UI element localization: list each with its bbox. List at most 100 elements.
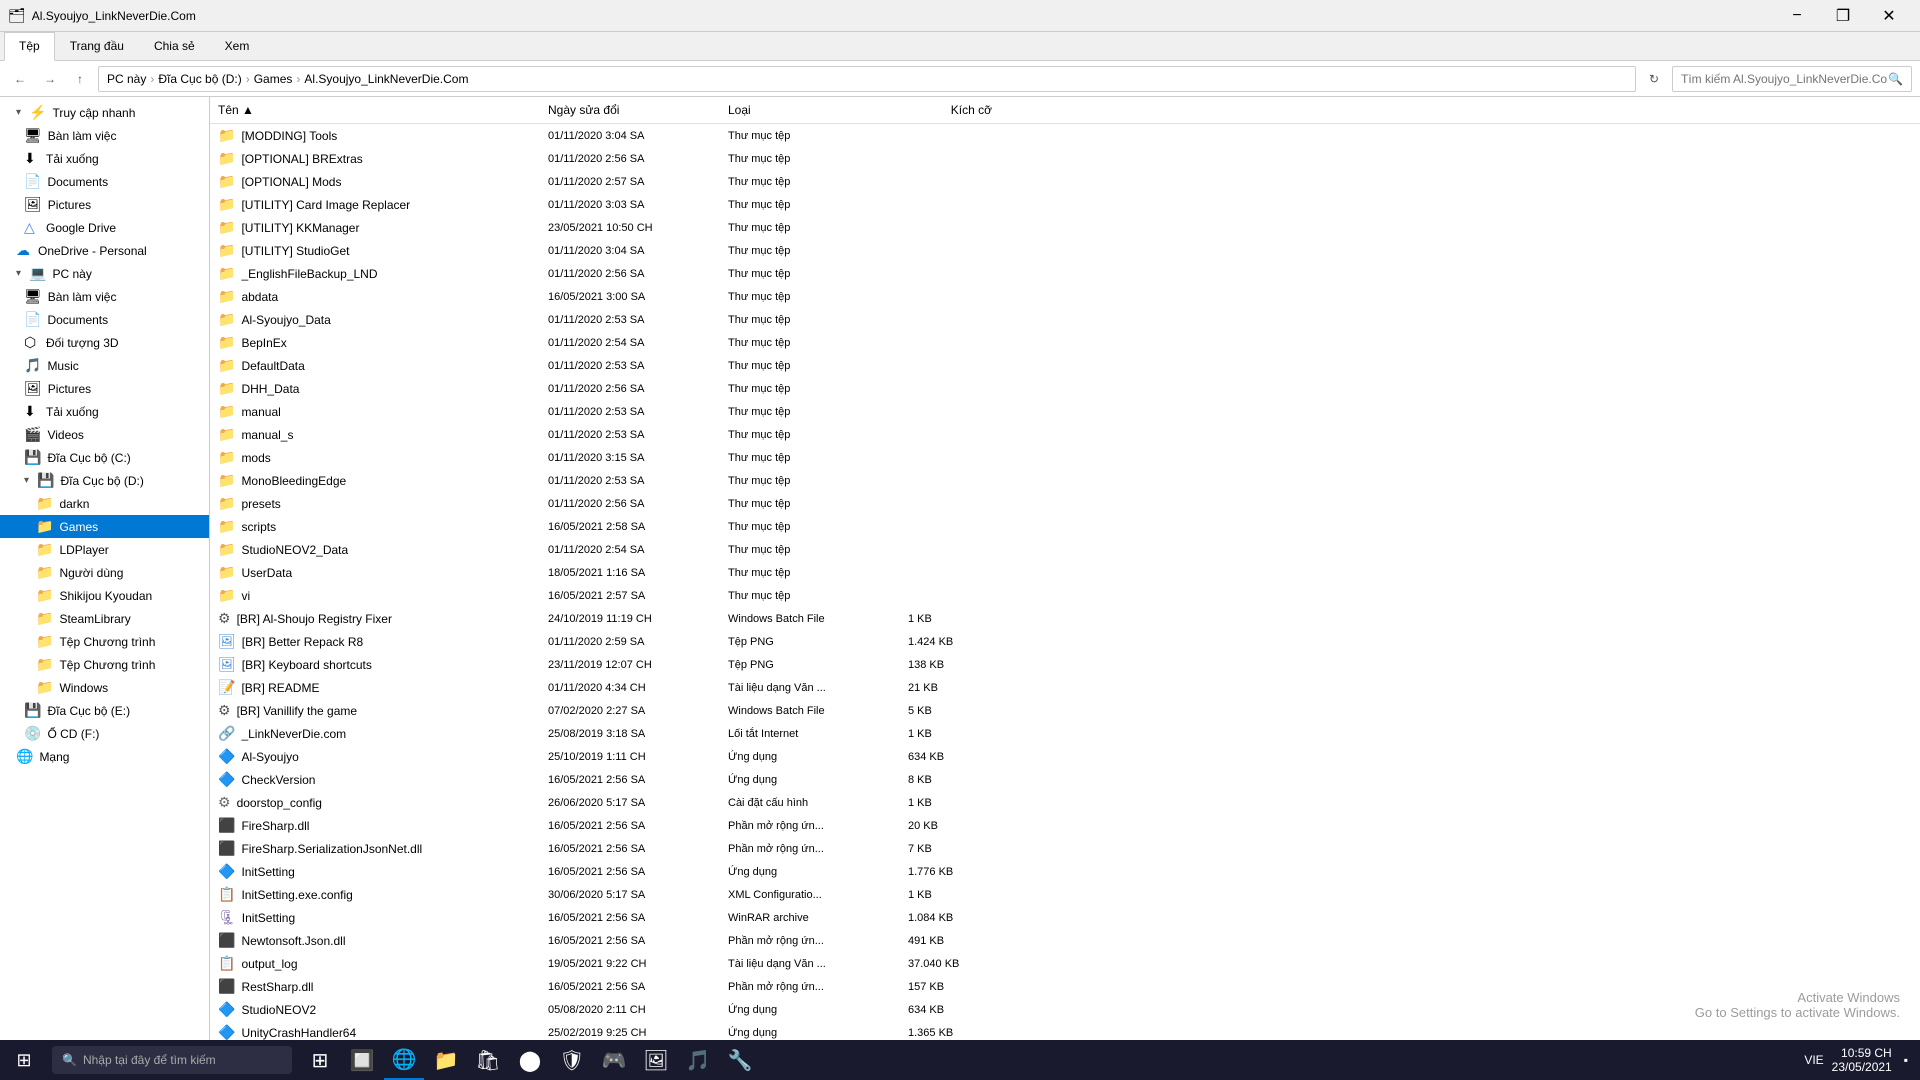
table-row[interactable]: 📁 UserData 18/05/2021 1:16 SA Thư mục tệ… <box>210 561 1920 584</box>
sidebar-item-videos[interactable]: 🎬 Videos <box>0 423 209 446</box>
show-desktop-button[interactable]: ▪ <box>1900 1053 1908 1067</box>
sidebar-item-music[interactable]: 🎵 Music <box>0 354 209 377</box>
sidebar-item-drive-c[interactable]: 💾 Đĩa Cục bộ (C:) <box>0 446 209 469</box>
tab-file[interactable]: Tệp <box>4 32 55 61</box>
table-row[interactable]: 📁 manual 01/11/2020 2:53 SA Thư mục tệp <box>210 400 1920 423</box>
table-row[interactable]: 📋 InitSetting.exe.config 30/06/2020 5:17… <box>210 883 1920 906</box>
close-button[interactable]: ✕ <box>1866 0 1912 32</box>
taskbar-search[interactable]: 🔍 Nhập tại đây để tìm kiếm <box>52 1046 292 1074</box>
table-row[interactable]: ⬛ Newtonsoft.Json.dll 16/05/2021 2:56 SA… <box>210 929 1920 952</box>
table-row[interactable]: 📁 StudioNEOV2_Data 01/11/2020 2:54 SA Th… <box>210 538 1920 561</box>
back-button[interactable]: ← <box>8 67 32 91</box>
start-button[interactable]: ⊞ <box>0 1040 48 1080</box>
header-type[interactable]: Loại <box>720 99 900 121</box>
table-row[interactable]: 📋 output_log 19/05/2021 9:22 CH Tài liệu… <box>210 952 1920 975</box>
tab-share[interactable]: Chia sẻ <box>139 32 210 60</box>
sidebar-item-users[interactable]: 📁 Người dùng <box>0 561 209 584</box>
taskbar-tool[interactable]: 🔧 <box>720 1040 760 1080</box>
sidebar-item-pictures2[interactable]: 🖼 Pictures <box>0 377 209 400</box>
sidebar-item-downloads2[interactable]: ⬇ Tải xuống <box>0 400 209 423</box>
sidebar-item-drive-d[interactable]: ▾ 💾 Đĩa Cục bộ (D:) <box>0 469 209 492</box>
sidebar-item-ldplayer[interactable]: 📁 LDPlayer <box>0 538 209 561</box>
table-row[interactable]: 📁 abdata 16/05/2021 3:00 SA Thư mục tệp <box>210 285 1920 308</box>
sidebar-item-games[interactable]: 📁 Games <box>0 515 209 538</box>
sidebar-item-steamlibrary[interactable]: 📁 SteamLibrary <box>0 607 209 630</box>
sidebar-item-desktop2[interactable]: 🖥 Bàn làm việc <box>0 285 209 308</box>
table-row[interactable]: 📁 [UTILITY] StudioGet 01/11/2020 3:04 SA… <box>210 239 1920 262</box>
table-row[interactable]: 🖼 [BR] Better Repack R8 01/11/2020 2:59 … <box>210 630 1920 653</box>
taskbar-media[interactable]: 🎵 <box>678 1040 718 1080</box>
search-input[interactable] <box>1681 72 1888 86</box>
tab-view[interactable]: Xem <box>210 32 265 60</box>
sidebar-item-drive-e[interactable]: 💾 Đĩa Cục bộ (E:) <box>0 699 209 722</box>
taskbar-edge[interactable]: 🌐 <box>384 1040 424 1080</box>
table-row[interactable]: 🗜 InitSetting 16/05/2021 2:56 SA WinRAR … <box>210 906 1920 929</box>
table-row[interactable]: 📁 Al-Syoujyo_Data 01/11/2020 2:53 SA Thư… <box>210 308 1920 331</box>
table-row[interactable]: 📁 DefaultData 01/11/2020 2:53 SA Thư mục… <box>210 354 1920 377</box>
table-row[interactable]: 📁 BepInEx 01/11/2020 2:54 SA Thư mục tệp <box>210 331 1920 354</box>
taskbar-items3[interactable]: 🎮 <box>594 1040 634 1080</box>
table-row[interactable]: 📁 _EnglishFileBackup_LND 01/11/2020 2:56… <box>210 262 1920 285</box>
table-row[interactable]: 🔷 Al-Syoujyo 25/10/2019 1:11 CH Ứng dụng… <box>210 745 1920 768</box>
minimize-button[interactable]: − <box>1774 0 1820 32</box>
table-row[interactable]: ⬛ FireSharp.dll 16/05/2021 2:56 SA Phần … <box>210 814 1920 837</box>
taskbar-apps2[interactable]: 🔲 <box>342 1040 382 1080</box>
taskbar-store[interactable]: 🛍 <box>468 1040 508 1080</box>
sidebar-item-documents2[interactable]: 📄 Documents <box>0 308 209 331</box>
sidebar-item-network[interactable]: 🌐 Mạng <box>0 745 209 768</box>
taskbar-chrome[interactable]: ⬤ <box>510 1040 550 1080</box>
sidebar-item-onedrive[interactable]: ☁ OneDrive - Personal <box>0 239 209 262</box>
table-row[interactable]: 🔷 StudioNEOV2 05/08/2020 2:11 CH Ứng dụn… <box>210 998 1920 1021</box>
address-box[interactable]: PC này › Đĩa Cục bộ (D:) › Games › Al.Sy… <box>98 66 1636 92</box>
sidebar-item-downloads[interactable]: ⬇ Tải xuống <box>0 147 209 170</box>
maximize-button[interactable]: ❐ <box>1820 0 1866 32</box>
sidebar-item-windows[interactable]: 📁 Windows <box>0 676 209 699</box>
table-row[interactable]: 📁 DHH_Data 01/11/2020 2:56 SA Thư mục tệ… <box>210 377 1920 400</box>
table-row[interactable]: 📁 [OPTIONAL] BRExtras 01/11/2020 2:56 SA… <box>210 147 1920 170</box>
table-row[interactable]: 🖼 [BR] Keyboard shortcuts 23/11/2019 12:… <box>210 653 1920 676</box>
taskbar-explorer[interactable]: 📁 <box>426 1040 466 1080</box>
table-row[interactable]: 📁 [UTILITY] Card Image Replacer 01/11/20… <box>210 193 1920 216</box>
table-row[interactable]: 📁 presets 01/11/2020 2:56 SA Thư mục tệp <box>210 492 1920 515</box>
table-row[interactable]: 🔷 CheckVersion 16/05/2021 2:56 SA Ứng dụ… <box>210 768 1920 791</box>
sidebar-item-program-files[interactable]: 📁 Tệp Chương trình <box>0 630 209 653</box>
table-row[interactable]: 📝 [BR] README 01/11/2020 4:34 CH Tài liệ… <box>210 676 1920 699</box>
table-row[interactable]: 📁 [UTILITY] KKManager 23/05/2021 10:50 C… <box>210 216 1920 239</box>
sidebar-item-shikijou[interactable]: 📁 Shikijou Kyoudan <box>0 584 209 607</box>
refresh-button[interactable]: ↻ <box>1642 67 1666 91</box>
table-row[interactable]: 📁 manual_s 01/11/2020 2:53 SA Thư mục tệ… <box>210 423 1920 446</box>
table-row[interactable]: ⚙ [BR] Al-Shoujo Registry Fixer 24/10/20… <box>210 607 1920 630</box>
taskbar-view[interactable]: ⊞ <box>300 1040 340 1080</box>
up-button[interactable]: ↑ <box>68 67 92 91</box>
table-row[interactable]: ⬛ FireSharp.SerializationJsonNet.dll 16/… <box>210 837 1920 860</box>
taskbar-photos[interactable]: 🖼 <box>636 1040 676 1080</box>
table-row[interactable]: 📁 MonoBleedingEdge 01/11/2020 2:53 SA Th… <box>210 469 1920 492</box>
sidebar-item-3d-objects[interactable]: ⬡ Đối tượng 3D <box>0 331 209 354</box>
taskbar-security[interactable]: 🛡 <box>552 1040 592 1080</box>
sidebar-item-documents[interactable]: 📄 Documents <box>0 170 209 193</box>
tab-home[interactable]: Trang đầu <box>55 32 139 60</box>
table-row[interactable]: ⚙ doorstop_config 26/06/2020 5:17 SA Cài… <box>210 791 1920 814</box>
table-row[interactable]: 🔗 _LinkNeverDie.com 25/08/2019 3:18 SA L… <box>210 722 1920 745</box>
header-size[interactable]: Kích cỡ <box>900 99 1000 121</box>
header-name[interactable]: Tên ▲ <box>210 99 540 121</box>
table-row[interactable]: ⬛ RestSharp.dll 16/05/2021 2:56 SA Phần … <box>210 975 1920 998</box>
search-box[interactable]: 🔍 <box>1672 66 1912 92</box>
forward-button[interactable]: → <box>38 67 62 91</box>
sidebar-item-google-drive[interactable]: △ Google Drive <box>0 216 209 239</box>
table-row[interactable]: 📁 [MODDING] Tools 01/11/2020 3:04 SA Thư… <box>210 124 1920 147</box>
sidebar-item-pictures[interactable]: 🖼 Pictures <box>0 193 209 216</box>
header-date[interactable]: Ngày sửa đổi <box>540 99 720 121</box>
table-row[interactable]: 📁 vi 16/05/2021 2:57 SA Thư mục tệp <box>210 584 1920 607</box>
table-row[interactable]: 🔷 InitSetting 16/05/2021 2:56 SA Ứng dụn… <box>210 860 1920 883</box>
table-row[interactable]: 📁 mods 01/11/2020 3:15 SA Thư mục tệp <box>210 446 1920 469</box>
sidebar-item-this-pc[interactable]: ▾ 💻 PC này <box>0 262 209 285</box>
sidebar-item-program-files2[interactable]: 📁 Tệp Chương trình <box>0 653 209 676</box>
sidebar-item-desktop[interactable]: 🖥 Bàn làm việc <box>0 124 209 147</box>
table-row[interactable]: 📁 scripts 16/05/2021 2:58 SA Thư mục tệp <box>210 515 1920 538</box>
sidebar-item-darkn[interactable]: 📁 darkn <box>0 492 209 515</box>
table-row[interactable]: ⚙ [BR] Vanillify the game 07/02/2020 2:2… <box>210 699 1920 722</box>
sidebar-item-quick-access[interactable]: ▾ ⚡ Truy cập nhanh <box>0 101 209 124</box>
table-row[interactable]: 📁 [OPTIONAL] Mods 01/11/2020 2:57 SA Thư… <box>210 170 1920 193</box>
sidebar-item-drive-f[interactable]: 💿 Ổ CD (F:) <box>0 722 209 745</box>
